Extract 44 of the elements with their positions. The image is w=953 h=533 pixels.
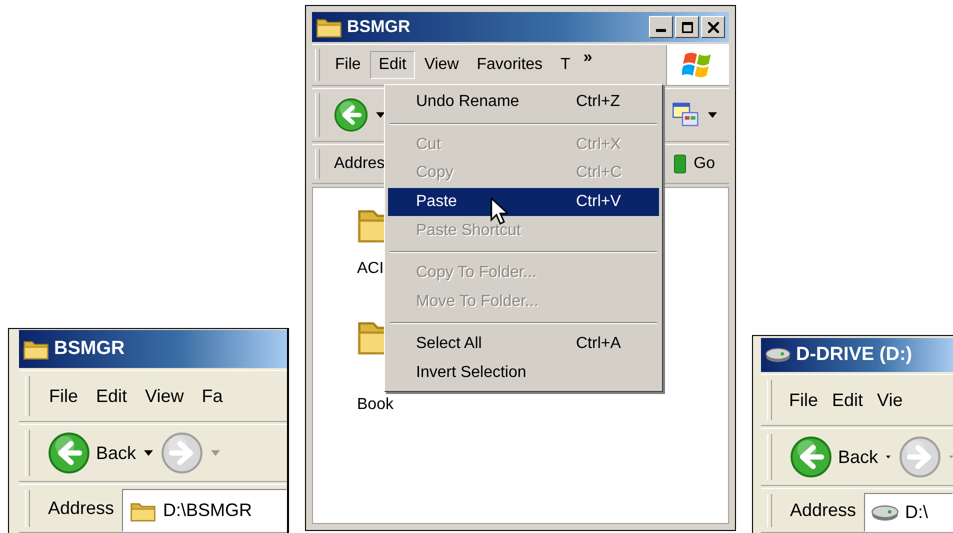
window-title: BSMGR: [347, 17, 410, 37]
maximize-button[interactable]: [675, 16, 699, 38]
menu-entry[interactable]: Select All Ctrl+A: [388, 330, 659, 359]
address-field[interactable]: D:\BSMGR: [122, 489, 287, 532]
menu-item[interactable]: File: [326, 51, 370, 79]
back-button-label[interactable]: Back: [96, 442, 136, 464]
menu-item[interactable]: File: [782, 384, 826, 416]
go-button[interactable]: Go: [674, 153, 715, 175]
address-label: Addres: [334, 155, 385, 173]
folder-icon: [23, 338, 49, 360]
address-field[interactable]: D:\: [864, 493, 953, 532]
window-title: D-DRIVE (D:): [796, 344, 912, 366]
maximize-icon: [682, 22, 692, 32]
menu-item[interactable]: Vie: [870, 384, 910, 416]
mouse-pointer-icon: [490, 197, 508, 225]
menu-entry[interactable]: Undo Rename Ctrl+Z: [388, 88, 659, 117]
folder-name[interactable]: ACI: [357, 260, 384, 278]
folder-icon: [316, 16, 342, 38]
menu-item[interactable]: View: [136, 380, 193, 412]
menu-item[interactable]: Edit: [87, 380, 136, 412]
dropdown-caret-icon[interactable]: [708, 112, 717, 118]
folder-name[interactable]: Book: [357, 396, 394, 414]
address-label: Address: [790, 500, 856, 521]
minimize-icon: [656, 29, 666, 32]
menu-item[interactable]: Edit: [370, 51, 416, 79]
dropdown-caret-icon[interactable]: [376, 112, 385, 118]
menu-item[interactable]: Edit: [825, 384, 870, 416]
dropdown-caret-icon[interactable]: [144, 450, 154, 456]
window-title: BSMGR: [54, 338, 125, 360]
menu-item[interactable]: View: [415, 51, 468, 79]
back-button-label[interactable]: Back: [838, 446, 878, 468]
more-menus-button[interactable]: »: [579, 49, 596, 67]
close-icon: [708, 22, 718, 32]
menu-item[interactable]: Favorites: [468, 51, 552, 79]
address-label: Address: [48, 498, 114, 519]
menu-item[interactable]: Fa: [192, 380, 232, 412]
menu-entry[interactable]: Paste Ctrl+V: [388, 188, 659, 216]
menu-item[interactable]: T: [552, 51, 580, 79]
views-icon[interactable]: [672, 102, 700, 128]
minimize-button[interactable]: [649, 16, 673, 38]
dropdown-caret-icon[interactable]: [886, 454, 891, 460]
close-button[interactable]: [701, 16, 725, 38]
menu-item[interactable]: File: [40, 380, 88, 412]
menu-entry[interactable]: Invert Selection: [388, 358, 659, 388]
